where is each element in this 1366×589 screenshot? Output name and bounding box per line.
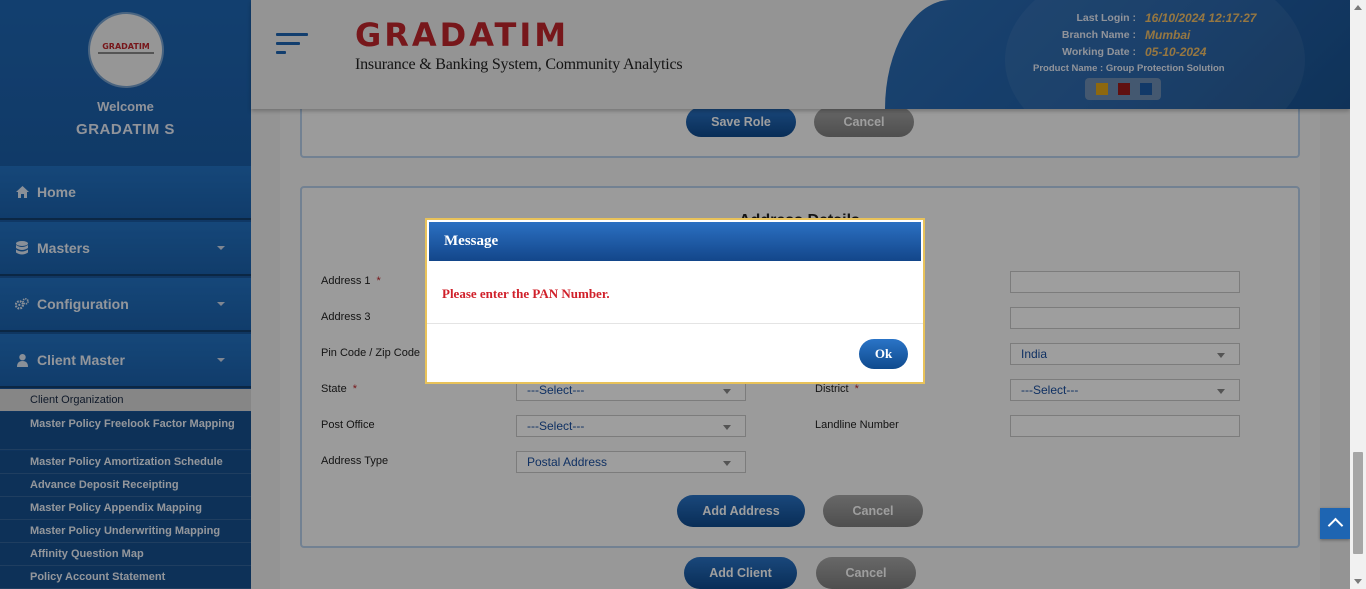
ok-button[interactable]: Ok [859,339,908,369]
scroll-to-top-button[interactable] [1320,508,1350,539]
scroll-down-arrow-icon[interactable] [1354,579,1362,584]
scrollbar-thumb[interactable] [1353,452,1363,554]
scroll-up-arrow-icon[interactable] [1354,5,1362,10]
dialog-message: Please enter the PAN Number. [442,286,610,301]
chevron-up-icon [1327,517,1344,534]
page-scrollbar[interactable] [1350,0,1366,589]
message-dialog: Message Please enter the PAN Number. Ok [425,218,925,384]
dialog-title: Message [429,222,921,261]
dialog-divider [427,323,923,324]
